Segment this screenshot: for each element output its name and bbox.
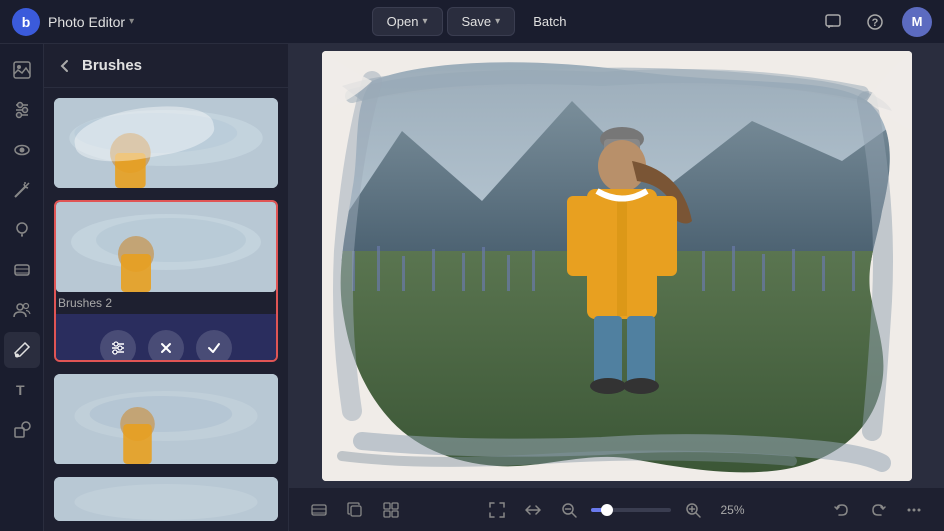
bottom-left	[305, 496, 405, 524]
topbar-center: Open ▾ Save ▾ Batch	[372, 7, 581, 36]
icon-bar-image[interactable]	[4, 52, 40, 88]
brush-thumbnail-1	[54, 98, 278, 188]
zoom-percent: 25%	[715, 503, 751, 517]
undo-icon[interactable]	[828, 496, 856, 524]
app-title-button[interactable]: Photo Editor ▾	[48, 14, 134, 30]
brushes-panel: Brushes Brushes 1	[44, 44, 289, 531]
svg-text:?: ?	[872, 17, 879, 29]
zoom-slider[interactable]	[591, 508, 671, 512]
brush-close-icon[interactable]	[148, 330, 184, 362]
app-title-chevron: ▾	[129, 16, 134, 27]
brush-control-icons	[100, 330, 232, 362]
back-button[interactable]	[56, 57, 74, 75]
brush-settings-icon[interactable]	[100, 330, 136, 362]
zoom-in-icon[interactable]	[679, 496, 707, 524]
brush-item-4[interactable]: Brushes 4	[54, 374, 278, 464]
bottom-center: 25%	[483, 496, 751, 524]
brush-control-panel	[56, 314, 276, 362]
app-title-label: Photo Editor	[48, 14, 125, 30]
icon-bar: T	[0, 44, 44, 531]
icon-bar-paint[interactable]	[4, 212, 40, 248]
fit-width-icon[interactable]	[519, 496, 547, 524]
avatar[interactable]: M	[902, 7, 932, 37]
zoom-out-icon[interactable]	[555, 496, 583, 524]
app-logo: b	[12, 8, 40, 36]
brush-item-2[interactable]: Brushes 2	[54, 200, 278, 362]
redo-icon[interactable]	[864, 496, 892, 524]
brush-thumbnail-5	[54, 477, 278, 521]
copy-icon[interactable]	[341, 496, 369, 524]
icon-bar-layers[interactable]	[4, 252, 40, 288]
layers-icon[interactable]	[305, 496, 333, 524]
batch-button[interactable]: Batch	[519, 8, 580, 35]
bottom-bar: 25%	[289, 487, 944, 531]
panel-header: Brushes	[44, 44, 288, 88]
canvas-frame	[322, 51, 912, 481]
canvas-area: 25%	[289, 44, 944, 531]
icon-bar-people[interactable]	[4, 292, 40, 328]
photo-scene	[322, 51, 912, 481]
bottom-right	[828, 496, 928, 524]
brush-thumbnail-4	[54, 374, 278, 464]
brush-item-5[interactable]	[54, 477, 278, 521]
open-button[interactable]: Open ▾	[372, 7, 443, 36]
more-options-icon[interactable]	[900, 496, 928, 524]
svg-text:T: T	[16, 382, 25, 398]
help-icon[interactable]: ?	[860, 7, 890, 37]
icon-bar-magic[interactable]	[4, 172, 40, 208]
chat-icon[interactable]	[818, 7, 848, 37]
canvas-workspace[interactable]	[289, 44, 944, 487]
grid-icon[interactable]	[377, 496, 405, 524]
topbar-right: ? M	[818, 7, 932, 37]
brush-item-1[interactable]: Brushes 1	[54, 98, 278, 188]
brush-label-2: Brushes 2	[56, 292, 276, 314]
main-content: T Brushes	[0, 44, 944, 531]
panel-scroll: Brushes 1 Brushes 2	[44, 88, 288, 531]
topbar: b Photo Editor ▾ Open ▾ Save ▾ Batch	[0, 0, 944, 44]
icon-bar-brush[interactable]	[4, 332, 40, 368]
brush-confirm-icon[interactable]	[196, 330, 232, 362]
icon-bar-eye[interactable]	[4, 132, 40, 168]
panel-title: Brushes	[82, 57, 142, 74]
fit-screen-icon[interactable]	[483, 496, 511, 524]
icon-bar-shapes[interactable]	[4, 412, 40, 448]
save-button[interactable]: Save ▾	[447, 7, 516, 36]
brush-thumbnail-2	[56, 202, 276, 292]
icon-bar-adjustments[interactable]	[4, 92, 40, 128]
icon-bar-text[interactable]: T	[4, 372, 40, 408]
